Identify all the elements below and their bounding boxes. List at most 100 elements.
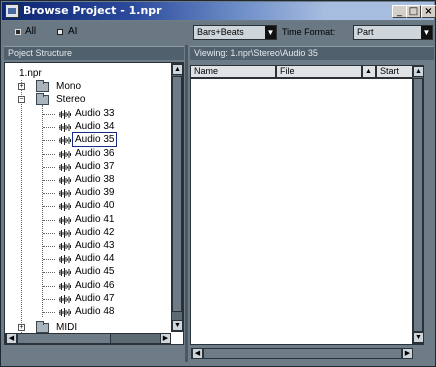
tree-guide — [43, 259, 55, 261]
audio-wave-icon — [59, 149, 71, 159]
browse-project-window: Browse Project - 1.npr _ □ × All AI Bars… — [0, 0, 436, 367]
tree-item-audio[interactable]: Audio 37 — [75, 160, 114, 173]
scrollbar-thumb[interactable] — [17, 333, 111, 344]
tree-guide — [43, 206, 55, 208]
tree-guide — [43, 166, 55, 168]
time-format-label: Time Format: — [282, 27, 336, 37]
tree-item-audio[interactable]: Audio 44 — [75, 252, 114, 265]
tree-folder-stereo[interactable]: Stereo — [56, 93, 85, 106]
chevron-down-icon: ▼ — [265, 26, 276, 39]
project-tree[interactable]: 1.npr + Mono − Stereo Audio 33 Audio 34 Au… — [4, 62, 184, 345]
scroll-up-button[interactable]: ▲ — [413, 66, 424, 77]
audio-wave-icon — [59, 242, 71, 251]
tree-guide — [43, 127, 55, 129]
sort-arrow-icon[interactable]: ▲ — [362, 65, 376, 78]
audio-wave-icon — [59, 268, 71, 278]
column-name-header[interactable]: Name — [190, 65, 276, 78]
column-file-header[interactable]: File — [276, 65, 362, 78]
tree-item-audio[interactable]: Audio 43 — [75, 239, 114, 252]
file-list[interactable]: ▲ ▼ ◀ ▶ — [190, 65, 424, 359]
filter-all-radio[interactable] — [15, 29, 21, 35]
audio-wave-icon — [59, 215, 71, 225]
tree-guide — [43, 180, 55, 181]
scroll-up-button[interactable]: ▲ — [172, 64, 183, 75]
tree-item-audio[interactable]: Audio 36 — [75, 147, 114, 160]
tree-item-audio[interactable]: Audio 40 — [75, 199, 114, 212]
tree-root[interactable]: 1.npr — [19, 67, 42, 80]
tree-guide — [43, 153, 55, 155]
folder-icon — [36, 80, 49, 92]
tree-guide — [43, 285, 55, 287]
scrollbar-thumb[interactable] — [203, 348, 402, 359]
mode-dropdown[interactable]: Bars+Beats ▼ — [193, 25, 277, 40]
audio-wave-icon — [59, 202, 71, 212]
tree-guide — [43, 232, 55, 234]
folder-icon — [36, 321, 49, 333]
list-horizontal-scrollbar[interactable]: ◀ ▶ — [191, 348, 413, 359]
tree-guide — [43, 298, 55, 300]
audio-wave-icon — [59, 110, 71, 119]
audio-wave-icon — [59, 162, 71, 172]
tree-item-audio[interactable]: Audio 39 — [75, 186, 114, 199]
scroll-left-button[interactable]: ◀ — [6, 333, 17, 344]
project-structure-header: Poject Structure — [4, 46, 184, 60]
audio-wave-icon — [59, 228, 71, 238]
app-icon — [5, 4, 19, 18]
tree-item-audio[interactable]: Audio 48 — [75, 305, 114, 318]
tree-item-audio[interactable]: Audio 46 — [75, 279, 114, 292]
tree-folder-mono[interactable]: Mono — [56, 80, 81, 93]
tree-horizontal-scrollbar[interactable]: ◀ ▶ — [5, 333, 171, 344]
audio-wave-icon — [59, 189, 71, 199]
audio-wave-icon — [59, 123, 71, 133]
tree-item-audio[interactable]: Audio 34 — [75, 120, 114, 133]
tree-item-audio[interactable]: Audio 38 — [75, 173, 114, 186]
minimize-button[interactable]: _ — [392, 5, 407, 18]
panel-splitter[interactable] — [185, 45, 188, 362]
tree-guide — [21, 80, 22, 335]
folder-icon — [36, 93, 49, 105]
scrollbar-thumb[interactable] — [172, 76, 182, 312]
tree-guide — [43, 312, 55, 313]
tree-vertical-scrollbar[interactable]: ▲ ▼ — [171, 63, 183, 332]
audio-wave-icon — [59, 176, 71, 185]
scroll-left-button[interactable]: ◀ — [192, 348, 203, 359]
filter-all-label: All — [25, 26, 37, 37]
mode-dropdown-value: Bars+Beats — [197, 27, 244, 37]
tree-item-audio[interactable]: Audio 35 — [71, 132, 118, 148]
tree-item-audio[interactable]: Audio 41 — [75, 213, 114, 226]
tree-guide — [43, 140, 55, 142]
title-bar[interactable]: Browse Project - 1.npr _ □ × — [2, 2, 436, 20]
audio-wave-icon — [59, 255, 71, 265]
list-vertical-scrollbar[interactable]: ▲ ▼ — [412, 65, 424, 344]
viewing-path: Viewing: 1.npr\Stereo\Audio 35 — [190, 46, 434, 60]
audio-wave-icon — [59, 136, 71, 146]
filter-ai-radio[interactable] — [57, 29, 63, 35]
tree-item-audio[interactable]: Audio 47 — [75, 292, 114, 305]
scroll-right-button[interactable]: ▶ — [402, 348, 413, 359]
tree-guide — [43, 193, 55, 195]
window-title: Browse Project - 1.npr — [23, 4, 162, 17]
tree-item-audio[interactable]: Audio 42 — [75, 226, 114, 239]
tree-item-audio[interactable]: Audio 33 — [75, 107, 114, 120]
audio-wave-icon — [59, 308, 71, 317]
collapse-stereo-toggle[interactable]: − — [18, 96, 25, 103]
scroll-down-button[interactable]: ▼ — [172, 320, 183, 331]
close-button[interactable]: × — [421, 5, 436, 18]
scroll-right-button[interactable]: ▶ — [160, 333, 171, 344]
filter-ai-label: AI — [68, 26, 78, 37]
scrollbar-thumb[interactable] — [413, 78, 423, 332]
audio-wave-icon — [59, 281, 71, 291]
audio-wave-icon — [59, 294, 71, 304]
time-format-value: Part — [357, 27, 374, 37]
tree-guide — [43, 246, 55, 247]
tree-guide — [43, 272, 55, 274]
toolbar: All AI Bars+Beats ▼ Time Format: Part ▼ — [2, 21, 434, 45]
chevron-down-icon: ▼ — [421, 26, 432, 39]
tree-item-audio[interactable]: Audio 45 — [75, 265, 114, 278]
tree-guide — [43, 219, 55, 221]
maximize-button[interactable]: □ — [406, 5, 421, 18]
scroll-down-button[interactable]: ▼ — [413, 332, 424, 343]
expand-mono-toggle[interactable]: + — [18, 83, 25, 90]
time-format-dropdown[interactable]: Part ▼ — [353, 25, 433, 40]
expand-midi-toggle[interactable]: + — [18, 324, 25, 331]
